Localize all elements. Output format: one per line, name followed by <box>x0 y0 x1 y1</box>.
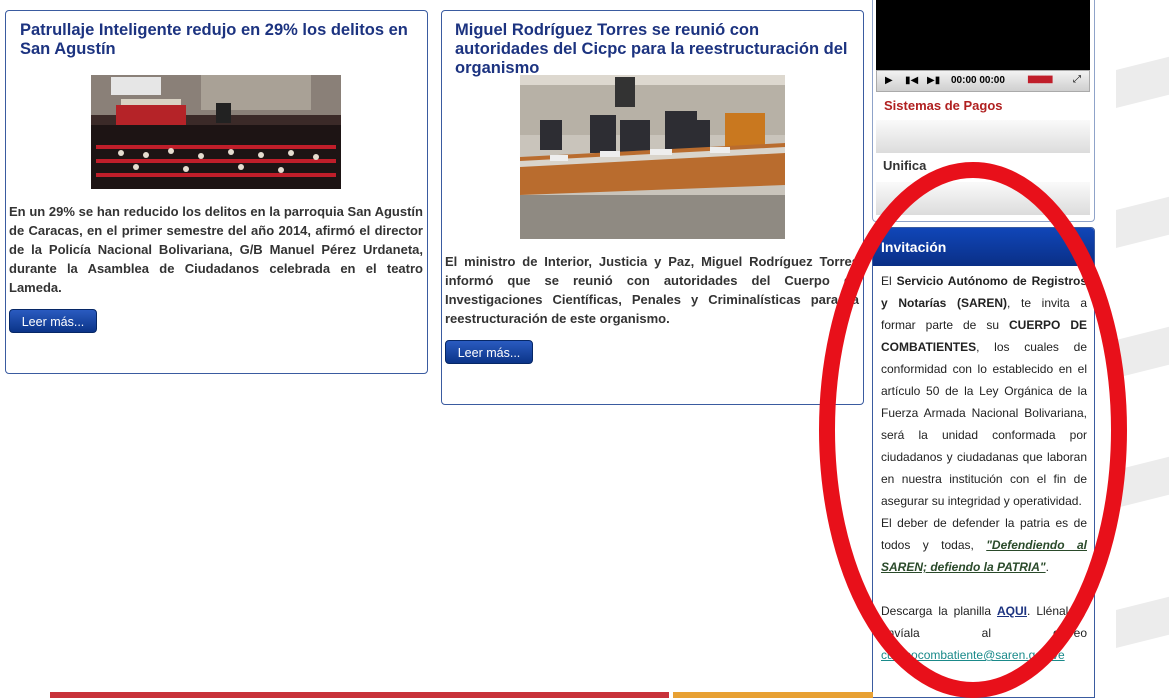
read-more-button-1[interactable]: Leer más... <box>9 309 97 333</box>
news-title-2[interactable]: Miguel Rodríguez Torres se reunió con au… <box>455 21 855 78</box>
news-body-2: El ministro de Interior, Justicia y Paz,… <box>445 254 859 326</box>
sidebar-banner-1[interactable] <box>876 120 1090 153</box>
volume-icon[interactable]: ▮▮▮▮▮▮▮ <box>1027 74 1053 85</box>
news-photo-1[interactable] <box>91 75 341 189</box>
link-sistemas-de-pagos[interactable]: Sistemas de Pagos <box>884 98 1003 113</box>
news-card-1: Patrullaje Inteligente redujo en 29% los… <box>5 10 428 374</box>
news-body-1: En un 29% se han reducido los delitos en… <box>9 204 423 295</box>
news-title-1[interactable]: Patrullaje Inteligente redujo en 29% los… <box>20 21 415 59</box>
red-ellipse-annotation <box>819 162 1127 698</box>
play-icon[interactable]: ▶ <box>885 75 893 86</box>
news-photo-2[interactable] <box>520 75 785 239</box>
video-controls: ▶ ▮◀ ▶▮ 00:00 00:00 ▮▮▮▮▮▮▮ ⤢ <box>876 70 1090 92</box>
news-card-2: Miguel Rodríguez Torres se reunió con au… <box>441 10 864 405</box>
next-icon[interactable]: ▶▮ <box>927 75 940 86</box>
footer-bar-red <box>50 692 669 698</box>
previous-icon[interactable]: ▮◀ <box>905 75 918 86</box>
read-more-button-2[interactable]: Leer más... <box>445 340 533 364</box>
video-player[interactable] <box>876 0 1090 70</box>
fullscreen-icon[interactable]: ⤢ <box>1073 74 1081 85</box>
time-display: 00:00 00:00 <box>951 75 1005 86</box>
